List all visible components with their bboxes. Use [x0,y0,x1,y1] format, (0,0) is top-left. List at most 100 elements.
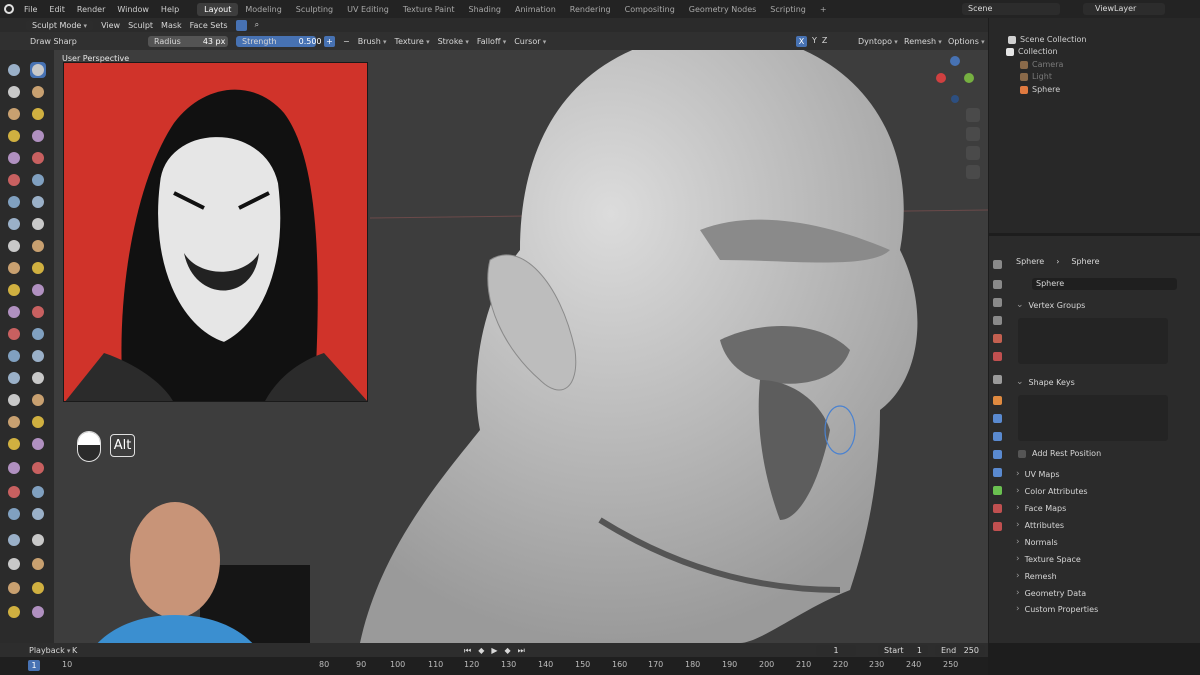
tab-scripting[interactable]: Scripting [763,3,813,16]
attributes-panel[interactable]: Attributes [1016,520,1065,530]
sculpt-brush-tool-icon[interactable] [30,532,46,548]
axis-x-toggle[interactable]: X [796,36,807,47]
sculpt-brush-tool-icon[interactable] [30,556,46,572]
add-workspace-icon[interactable]: + [813,3,834,16]
sculpt-brush-tool-icon[interactable] [6,460,22,476]
normals-panel[interactable]: Normals [1016,537,1058,547]
particles-tab-icon[interactable] [993,432,1002,441]
vertex-groups-list[interactable] [1018,318,1168,364]
sculpt-brush-tool-icon[interactable] [6,84,22,100]
sculpt-brush-tool-icon[interactable] [30,216,46,232]
tab-shading[interactable]: Shading [461,3,508,16]
texture-tab-icon[interactable] [993,522,1002,531]
current-frame-field[interactable]: 1 [816,645,856,656]
pan-hand-icon[interactable] [966,127,980,141]
data-tab-icon[interactable] [993,486,1002,495]
sculpt-brush-tool-icon[interactable] [6,260,22,276]
tab-sculpting[interactable]: Sculpting [289,3,340,16]
camera-view-icon[interactable] [966,146,980,160]
shape-keys-panel[interactable]: Shape Keys [1016,377,1075,387]
sculpt-brush-tool-icon[interactable] [6,348,22,364]
blender-logo-icon[interactable] [4,4,14,14]
material-tab-icon[interactable] [993,504,1002,513]
dyntopo-menu[interactable]: Dyntopo [858,37,898,46]
tool-tab-icon[interactable] [993,260,1002,269]
sculpt-brush-tool-icon[interactable] [30,194,46,210]
sculpt-brush-tool-icon[interactable] [6,150,22,166]
direction-add-button[interactable]: + [324,35,335,47]
sculpt-brush-tool-icon[interactable] [30,414,46,430]
menu-view[interactable]: View [101,21,120,30]
sculpt-brush-tool-icon[interactable] [6,238,22,254]
sculpt-brush-tool-icon[interactable] [30,62,46,78]
sculpt-brush-tool-icon[interactable] [30,580,46,596]
tab-uv-editing[interactable]: UV Editing [340,3,396,16]
tab-texture-paint[interactable]: Texture Paint [396,3,462,16]
outliner-item-camera[interactable]: Camera [1020,60,1063,69]
sculpt-brush-tool-icon[interactable] [30,304,46,320]
scene-selector[interactable]: Scene [962,3,1060,15]
sculpt-brush-tool-icon[interactable] [6,580,22,596]
jump-start-icon[interactable]: ⏮ [464,646,471,656]
sculpt-brush-tool-icon[interactable] [30,106,46,122]
sculpt-brush-tool-icon[interactable] [6,506,22,522]
outliner-scene-collection[interactable]: Scene Collection [1008,35,1087,44]
scene-tab-icon[interactable] [993,334,1002,343]
sculpt-brush-tool-icon[interactable] [6,484,22,500]
sculpt-brush-tool-icon[interactable] [30,260,46,276]
object-tab-icon[interactable] [993,396,1002,405]
sculpt-brush-tool-icon[interactable] [6,392,22,408]
sculpt-brush-tool-icon[interactable] [6,216,22,232]
texture-space-panel[interactable]: Texture Space [1016,554,1081,564]
menu-help[interactable]: Help [155,5,185,14]
next-keyframe-icon[interactable]: ◆ [505,646,511,656]
tab-animation[interactable]: Animation [508,3,563,16]
remesh-panel[interactable]: Remesh [1016,571,1057,581]
sculpt-brush-tool-icon[interactable] [30,84,46,100]
axis-y-toggle[interactable]: Y [812,36,817,47]
sculpt-brush-tool-icon[interactable] [30,128,46,144]
sculpt-brush-tool-icon[interactable] [30,460,46,476]
menu-cursor[interactable]: Cursor [514,37,546,46]
physics-tab-icon[interactable] [993,450,1002,459]
tab-modeling[interactable]: Modeling [238,3,288,16]
prev-keyframe-icon[interactable]: ◆ [478,646,484,656]
direction-subtract-button[interactable]: − [343,37,350,46]
sculpt-brush-tool-icon[interactable] [6,370,22,386]
menu-face-sets[interactable]: Face Sets [190,21,228,30]
geometry-data-panel[interactable]: Geometry Data [1016,588,1087,598]
sculpt-brush-tool-icon[interactable] [6,106,22,122]
menu-stroke[interactable]: Stroke [438,37,469,46]
sculpt-brush-tool-icon[interactable] [30,282,46,298]
world-tab-icon[interactable] [993,352,1002,361]
outliner-item-sphere[interactable]: Sphere [1020,85,1060,94]
sculpt-brush-tool-icon[interactable] [30,506,46,522]
brush-name[interactable]: Draw Sharp [30,37,140,46]
axis-z-toggle[interactable]: Z [822,36,827,47]
keying-menu[interactable]: K [72,646,77,655]
play-icon[interactable]: ▶ [491,646,497,656]
uv-maps-panel[interactable]: UV Maps [1016,469,1060,479]
sculpt-brush-tool-icon[interactable] [6,194,22,210]
sculpt-brush-tool-icon[interactable] [30,484,46,500]
select-box-icon[interactable] [235,19,247,31]
menu-edit[interactable]: Edit [43,5,71,14]
navigation-gizmo[interactable] [930,54,980,106]
menu-window[interactable]: Window [111,5,155,14]
menu-falloff[interactable]: Falloff [477,37,506,46]
playback-menu[interactable]: Playback [29,646,70,655]
add-rest-position-checkbox[interactable]: Add Rest Position [1018,449,1101,458]
sculpt-brush-tool-icon[interactable] [6,326,22,342]
sculpt-brush-tool-icon[interactable] [6,304,22,320]
modifier-tab-icon[interactable] [993,414,1002,423]
playhead-frame[interactable]: 1 [28,660,40,671]
custom-properties-panel[interactable]: Custom Properties [1016,604,1099,614]
tab-geometry-nodes[interactable]: Geometry Nodes [682,3,763,16]
sculpt-brush-tool-icon[interactable] [30,172,46,188]
jump-end-icon[interactable]: ⏭ [518,646,525,656]
start-frame-field[interactable]: Start 1 [878,645,928,656]
view-layer-tab-icon[interactable] [993,316,1002,325]
sculpt-brush-tool-icon[interactable] [30,238,46,254]
strength-field[interactable]: Strength 0.500 [236,35,322,47]
face-maps-panel[interactable]: Face Maps [1016,503,1067,513]
